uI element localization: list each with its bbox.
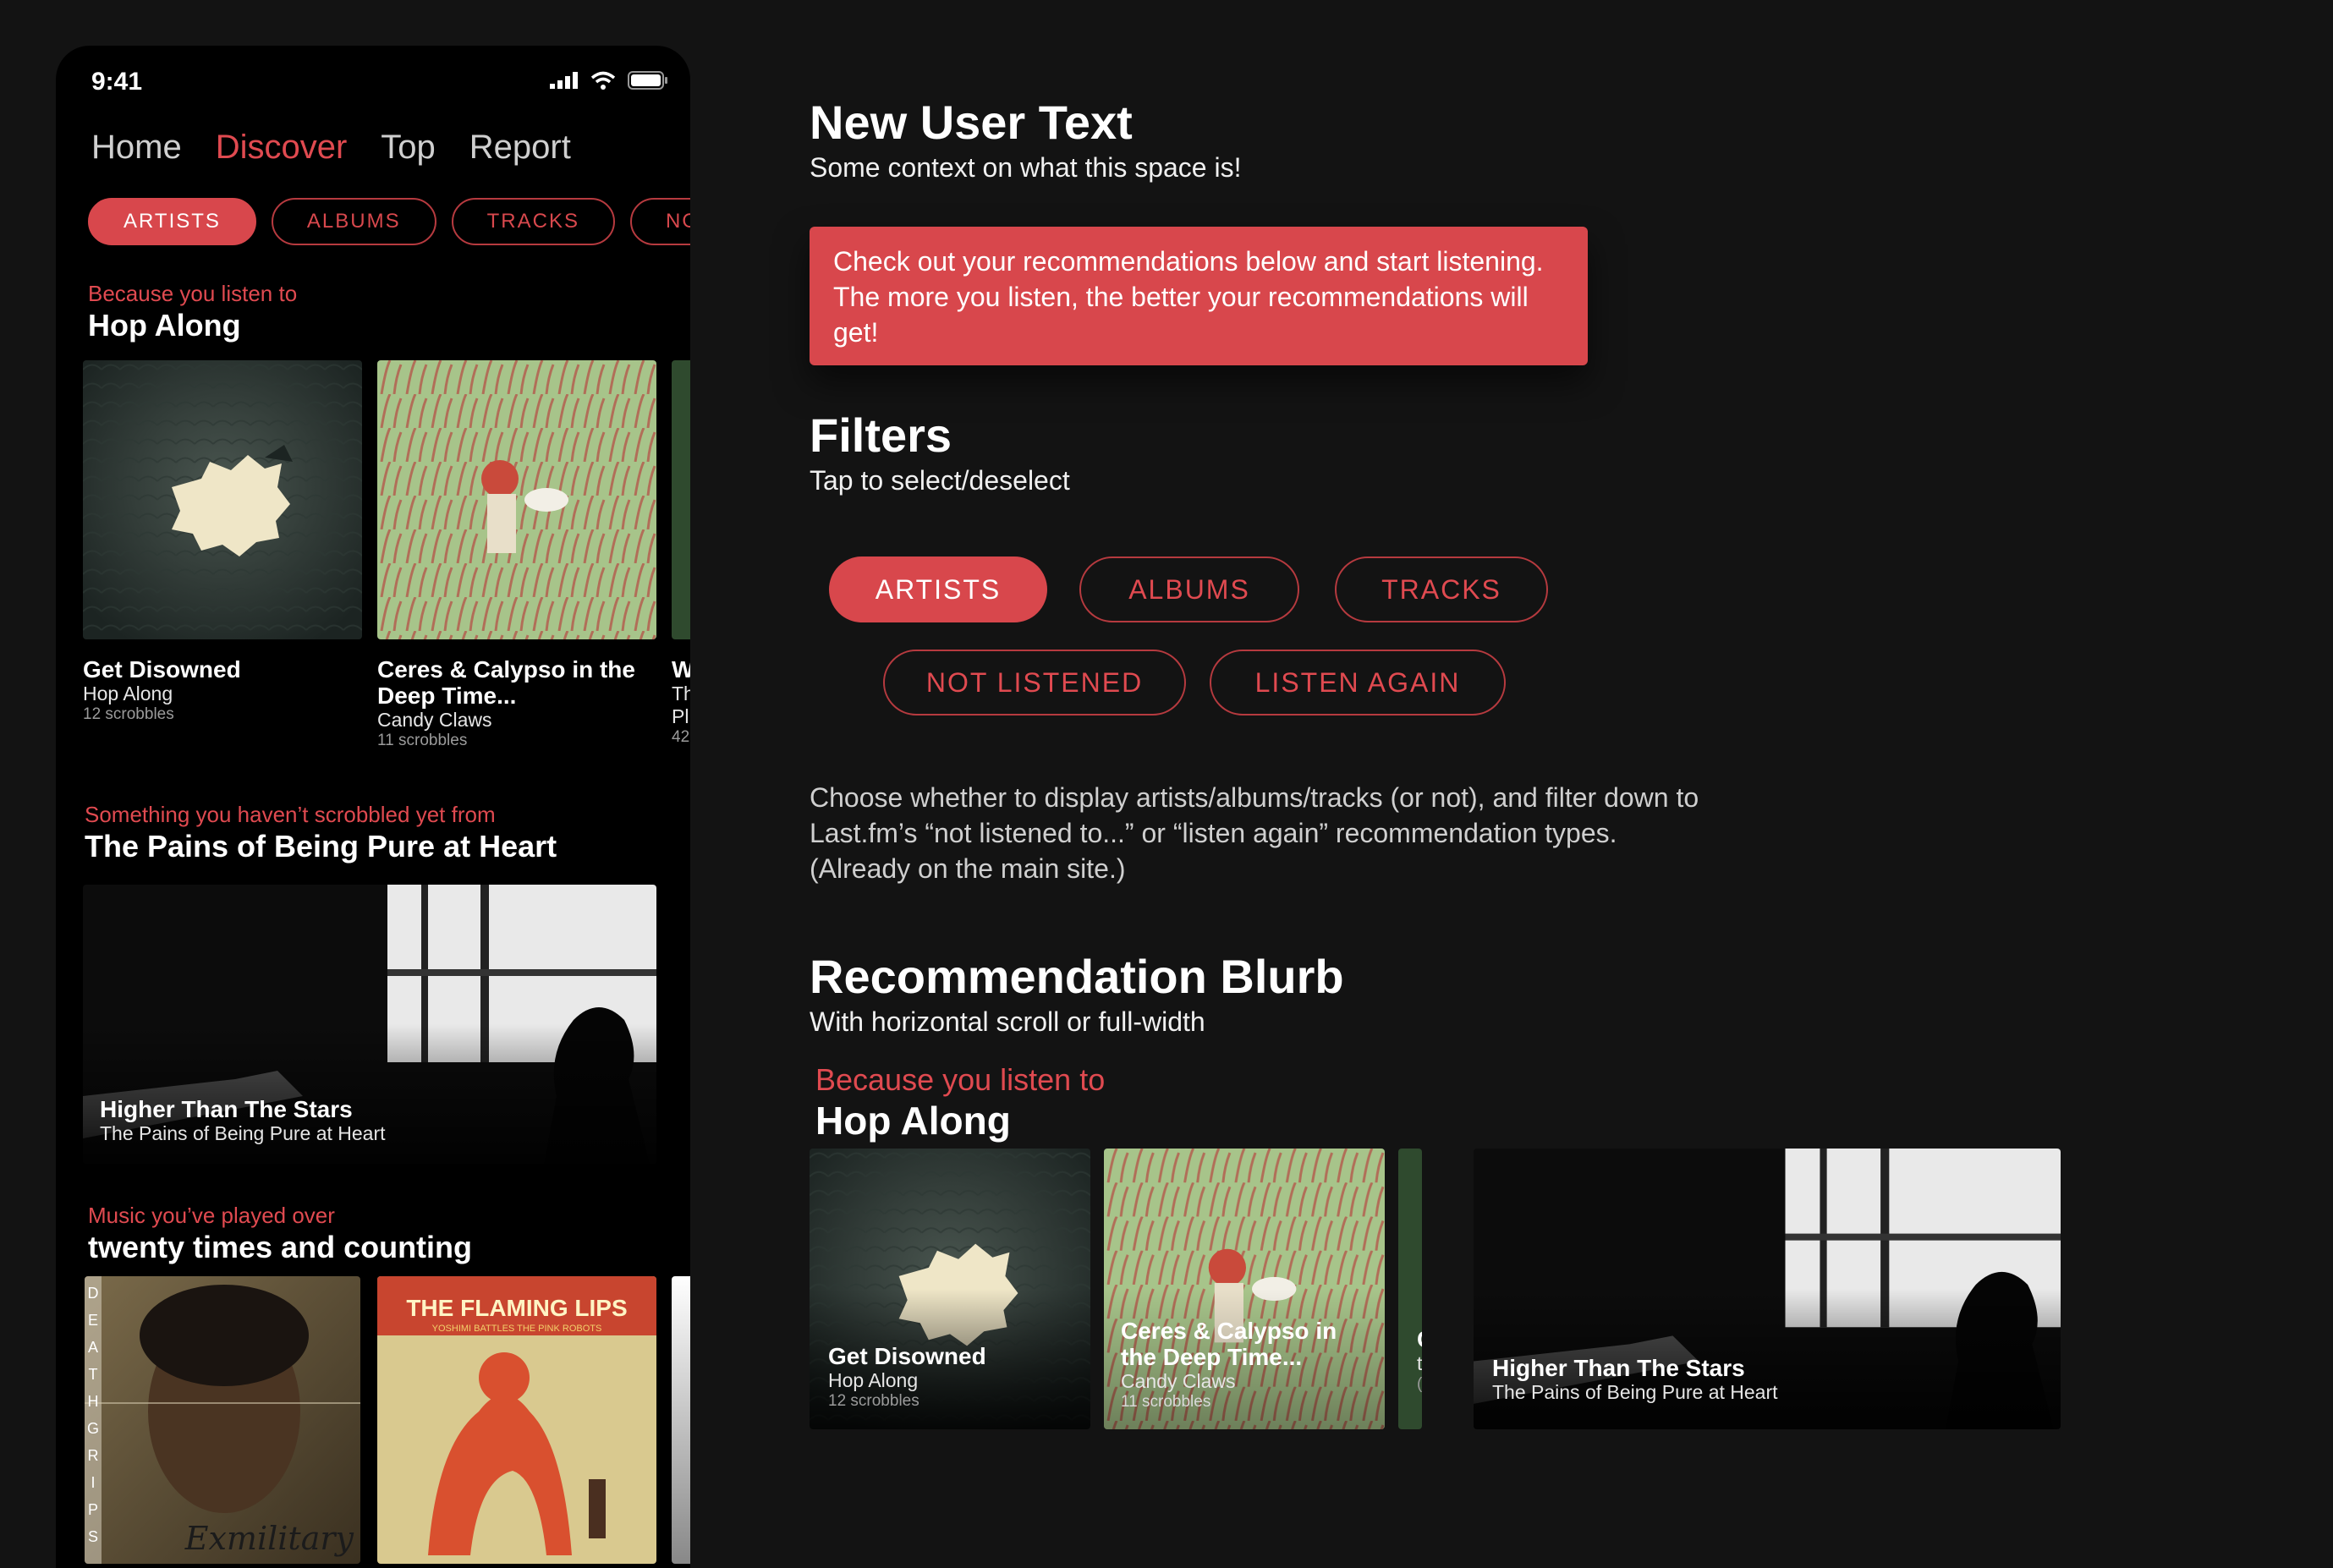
card-artist: Th — [672, 683, 690, 705]
card-title: Get Disowned — [828, 1343, 986, 1369]
card-title: W — [672, 656, 690, 683]
blurb-title: Recommendation Blurb — [810, 950, 1344, 1003]
card-artist-line2: Pl — [672, 705, 689, 727]
filter-chip-tracks[interactable]: TRACKS — [1335, 556, 1548, 622]
album-art-get-disowned[interactable] — [83, 360, 362, 639]
card-artist: The Pains of Being Pure at Heart — [100, 1122, 386, 1144]
section-title: Hop Along — [88, 308, 241, 343]
album-art-partial[interactable] — [672, 360, 690, 639]
blurb-card-get-disowned[interactable]: Get Disowned Hop Along 12 scrobbles — [810, 1149, 1090, 1429]
status-time: 9:41 — [91, 68, 143, 96]
nav-discover[interactable]: Discover — [216, 129, 348, 167]
card-scrobbles: 12 scrobbles — [83, 705, 174, 723]
track-card-text: Higher Than The Stars The Pains of Being… — [100, 1096, 386, 1145]
section-kicker: Because you listen to — [88, 281, 298, 306]
new-user-title: New User Text — [810, 96, 1133, 149]
card-artist: Candy Claws — [1121, 1370, 1236, 1392]
chip-albums[interactable]: ALBUMS — [271, 198, 436, 245]
chip-tracks[interactable]: TRACKS — [451, 198, 615, 245]
cellular-signal-icon — [550, 72, 578, 89]
blurb-card-text: Ceres & Calypso in the Deep Time... Cand… — [1121, 1318, 1375, 1412]
blurb-subtitle: With horizontal scroll or full-width — [810, 1006, 1205, 1037]
album-title: THE FLAMING LIPS — [406, 1295, 628, 1321]
card-scrobbles: 11 scrobbles — [377, 732, 468, 749]
nav-home[interactable]: Home — [91, 129, 182, 167]
blurb-kicker: Because you listen to — [815, 1062, 1106, 1097]
jungle-artwork-icon — [377, 360, 656, 639]
section-kicker: Music you’ve played over — [88, 1203, 335, 1228]
card-title: Get Disowned — [83, 656, 241, 683]
section-title: twenty times and counting — [88, 1230, 473, 1264]
filter-chips: ARTISTS ALBUMS TRACKS NOT — [88, 198, 690, 245]
new-user-subtitle: Some context on what this space is! — [810, 152, 1242, 183]
filter-chip-artists[interactable]: ARTISTS — [829, 556, 1047, 622]
blurb-card-text: C t ( — [1417, 1326, 1422, 1394]
album-script-title: Exmilitary — [184, 1520, 354, 1557]
filters-description: Choose whether to display artists/albums… — [810, 782, 1699, 884]
filter-chip-not-listened[interactable]: NOT LISTENED — [883, 650, 1186, 715]
nav-top[interactable]: Top — [381, 129, 436, 167]
card-artist: t — [1417, 1352, 1422, 1374]
nav-report[interactable]: Report — [469, 129, 571, 167]
card-title: Ceres & Calypso in the Deep Time... — [377, 656, 635, 709]
card-scrobbles: 42 — [672, 728, 690, 746]
blurb-card-partial[interactable]: C t ( — [1398, 1149, 1422, 1429]
onboarding-callout: Check out your recommendations below and… — [810, 227, 1588, 365]
card-artist: The Pains of Being Pure at Heart — [1492, 1381, 1778, 1403]
blurb-wide-card-text: Higher Than The Stars The Pains of Being… — [1492, 1355, 1778, 1404]
status-icons — [550, 71, 668, 90]
filters-subtitle: Tap to select/deselect — [810, 465, 1070, 496]
card-partial[interactable]: W Th Pl 42 — [672, 656, 690, 747]
chip-not-listened[interactable]: NOT — [629, 198, 690, 245]
album-spine-text: DE AT HG RI PS — [87, 1285, 100, 1545]
phone-mockup: 9:41 Home Discover Top Report ARTISTS AL… — [56, 46, 690, 1568]
card-title: C — [1417, 1326, 1422, 1352]
filters-title: Filters — [810, 408, 952, 462]
filter-chip-albums[interactable]: ALBUMS — [1079, 556, 1299, 622]
wifi-icon — [590, 71, 616, 90]
card-ceres-calypso[interactable]: Ceres & Calypso in the Deep Time... Cand… — [377, 656, 640, 750]
album-art-flaming-lips[interactable]: THE FLAMING LIPS YOSHIMI BATTLES THE PIN… — [377, 1276, 656, 1564]
card-artist: Hop Along — [83, 683, 173, 705]
card-title: Higher Than The Stars — [1492, 1355, 1745, 1381]
filter-chip-listen-again[interactable]: LISTEN AGAIN — [1210, 650, 1506, 715]
album-art-partial[interactable] — [672, 1276, 690, 1564]
card-get-disowned[interactable]: Get Disowned Hop Along 12 scrobbles — [83, 656, 362, 724]
blurb-heading: Hop Along — [815, 1099, 1011, 1143]
blurb-card-ceres-calypso[interactable]: Ceres & Calypso in the Deep Time... Cand… — [1104, 1149, 1385, 1429]
album-art-ceres-calypso[interactable] — [377, 360, 656, 639]
feather-artwork-icon — [83, 360, 362, 639]
card-title: Higher Than The Stars — [100, 1096, 353, 1122]
section-title: The Pains of Being Pure at Heart — [85, 829, 557, 863]
card-scrobbles: ( — [1417, 1375, 1422, 1393]
album-art-exmilitary[interactable]: DE AT HG RI PS Exmilitary — [85, 1276, 360, 1564]
card-artist: Candy Claws — [377, 709, 492, 731]
chip-artists[interactable]: ARTISTS — [88, 198, 256, 245]
card-scrobbles: 12 scrobbles — [828, 1392, 919, 1410]
card-artist: Hop Along — [828, 1369, 919, 1391]
blurb-card-text: Get Disowned Hop Along 12 scrobbles — [828, 1343, 1082, 1411]
section-kicker: Something you haven’t scrobbled yet from — [85, 802, 496, 827]
track-card-higher-than-the-stars[interactable]: Higher Than The Stars The Pains of Being… — [83, 885, 656, 1164]
card-scrobbles: 11 scrobbles — [1121, 1393, 1211, 1411]
top-nav: Home Discover Top Report — [91, 129, 571, 167]
blurb-wide-card[interactable]: Higher Than The Stars The Pains of Being… — [1474, 1149, 2061, 1429]
card-title: Ceres & Calypso in the Deep Time... — [1121, 1318, 1337, 1370]
battery-icon — [628, 71, 667, 90]
album-subtitle: YOSHIMI BATTLES THE PINK ROBOTS — [431, 1324, 602, 1334]
